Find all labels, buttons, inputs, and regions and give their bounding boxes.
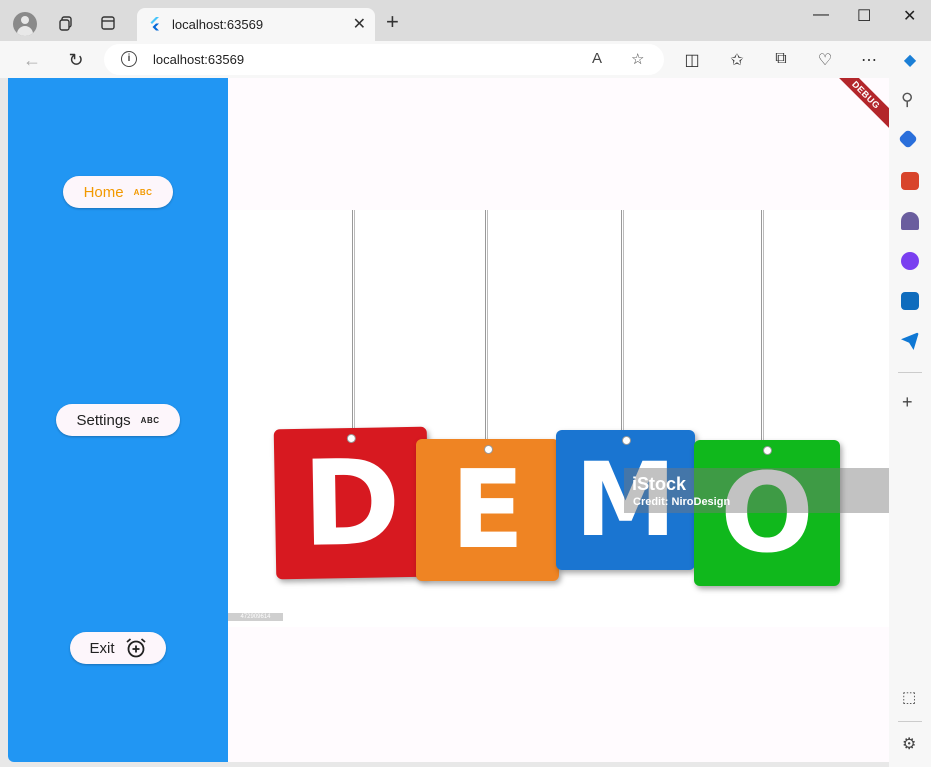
- refresh-icon[interactable]: ↻: [64, 48, 88, 72]
- page-viewport: Home ABC Settings ABC Exit D E M O iStoc…: [8, 78, 889, 762]
- back-icon[interactable]: ←: [20, 48, 44, 72]
- settings-gear-icon[interactable]: ⚙: [902, 734, 916, 754]
- letter-e: E: [450, 447, 525, 573]
- maximize-icon[interactable]: ☐: [857, 6, 871, 26]
- site-info-icon[interactable]: i: [121, 51, 137, 67]
- games-icon[interactable]: [901, 212, 919, 230]
- edge-sidebar: ⚲ + ⬚ ⚙: [889, 78, 931, 767]
- letter-tile-d: D: [273, 426, 430, 580]
- nav-exit-label: Exit: [89, 639, 115, 657]
- flutter-favicon-icon: [150, 17, 159, 31]
- profile-avatar[interactable]: [13, 12, 37, 36]
- shopping-tag-icon[interactable]: [898, 129, 918, 149]
- sidebar-divider: [898, 372, 922, 373]
- favorite-star-icon[interactable]: ☆: [631, 50, 644, 68]
- browser-essentials-icon[interactable]: ♡: [814, 50, 836, 70]
- add-icon[interactable]: +: [902, 392, 913, 413]
- copilot-icon[interactable]: ◆: [899, 50, 921, 70]
- new-tab-button[interactable]: +: [386, 11, 399, 33]
- hanging-string: [761, 210, 764, 444]
- demo-image: D E M O iStock Credit: NiroDesign: [228, 210, 889, 627]
- window-close-icon[interactable]: ✕: [903, 6, 916, 26]
- title-bar: localhost:63569 ✕ + — ☐ ✕: [0, 0, 931, 41]
- abc-icon: ABC: [133, 187, 153, 197]
- split-screen-icon[interactable]: ◫: [681, 50, 703, 70]
- read-aloud-icon[interactable]: A: [592, 50, 602, 67]
- m365-icon[interactable]: [901, 252, 919, 270]
- abc-icon: ABC: [140, 415, 160, 425]
- more-menu-icon[interactable]: ⋯: [858, 50, 880, 70]
- image-id-label: 472909614: [228, 613, 283, 621]
- tile-hole: [763, 446, 772, 455]
- tab-title: localhost:63569: [172, 17, 264, 32]
- alarm-add-icon: [125, 638, 146, 658]
- hanging-string: [485, 210, 488, 442]
- screenshot-icon[interactable]: ⬚: [902, 688, 916, 706]
- istock-watermark: iStock: [632, 474, 687, 494]
- debug-banner: DEBUG: [829, 78, 889, 132]
- send-icon[interactable]: [901, 332, 919, 350]
- nav-home-label: Home: [83, 183, 124, 201]
- collections-icon[interactable]: ⧉: [770, 50, 792, 68]
- url-text[interactable]: localhost:63569: [153, 52, 244, 67]
- tile-hole: [621, 436, 631, 445]
- credit-text: Credit: NiroDesign: [633, 496, 731, 508]
- tools-icon[interactable]: [901, 172, 919, 190]
- workspaces-icon[interactable]: [53, 10, 79, 36]
- browser-tab[interactable]: localhost:63569 ✕: [137, 8, 375, 41]
- letter-d: D: [301, 433, 402, 573]
- letter-tile-o: O: [694, 440, 840, 586]
- hanging-string: [621, 210, 624, 434]
- navigation-rail: Home ABC Settings ABC Exit: [8, 78, 228, 762]
- address-bar[interactable]: i localhost:63569 A ☆: [104, 44, 664, 75]
- tile-hole: [346, 433, 356, 444]
- nav-settings-label: Settings: [76, 411, 131, 429]
- favorites-icon[interactable]: ✩: [726, 50, 748, 70]
- letter-tile-e: E: [416, 439, 559, 581]
- nav-exit-button[interactable]: Exit: [70, 632, 166, 664]
- search-icon[interactable]: ⚲: [901, 90, 913, 110]
- tile-hole: [483, 445, 493, 454]
- address-row: ← ↻ i localhost:63569 A ☆ ◫ ✩ ⧉ ♡ ⋯ ◆: [0, 41, 931, 78]
- outlook-icon[interactable]: [901, 292, 919, 310]
- sidebar-divider-bottom: [898, 721, 922, 722]
- nav-settings-button[interactable]: Settings ABC: [56, 404, 180, 436]
- minimize-icon[interactable]: —: [813, 6, 829, 24]
- tab-actions-icon[interactable]: [95, 10, 121, 36]
- close-tab-icon[interactable]: ✕: [353, 14, 366, 34]
- hanging-string: [352, 210, 355, 435]
- nav-home-button[interactable]: Home ABC: [63, 176, 173, 208]
